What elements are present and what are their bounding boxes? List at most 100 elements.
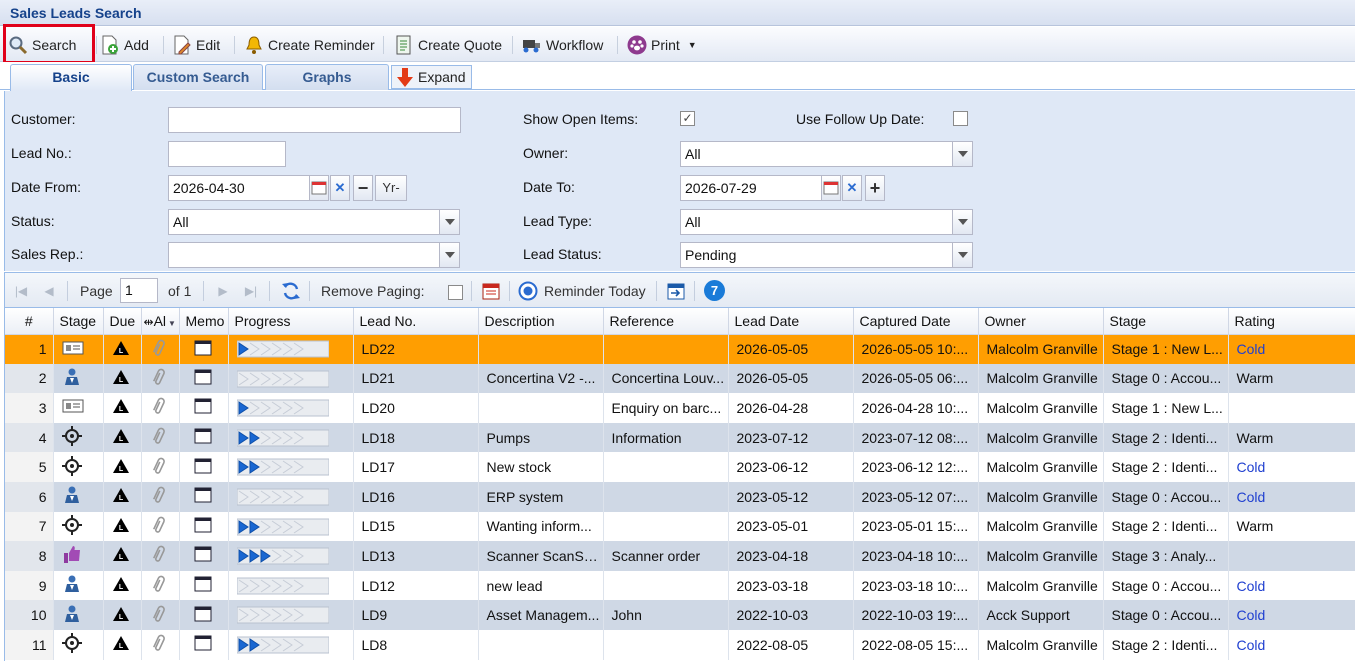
stage-cell[interactable]: Stage 2 : Identi... <box>1103 511 1229 542</box>
description-cell[interactable]: New stock <box>478 452 604 482</box>
table-row[interactable]: 11 L LD8 2022-08-05 2022-08-05 15:... Malcolm… <box>5 629 1355 660</box>
calendar-arrow-icon[interactable] <box>666 281 686 304</box>
table-row[interactable]: 8 L LD13 Scanner ScanSKU Scanner order 2023-0… <box>5 541 1355 571</box>
notification-badge[interactable]: 7 <box>704 280 725 301</box>
page-number-input[interactable]: 1 <box>120 278 158 303</box>
stage-cell[interactable]: Stage 2 : Identi... <box>1103 629 1229 660</box>
attachment-cell[interactable] <box>141 511 180 542</box>
last-page-icon[interactable]: ▶| <box>243 283 259 299</box>
remove-paging-checkbox[interactable] <box>448 285 463 300</box>
lead-date-cell[interactable]: 2022-08-05 <box>728 629 854 660</box>
stage-cell[interactable]: Stage 2 : Identi... <box>1103 452 1229 482</box>
rating-cell[interactable]: Cold <box>1228 629 1355 660</box>
memo-cell[interactable] <box>179 363 229 394</box>
table-row[interactable]: 3 L LD20 Enquiry on barc... 2026-04-28 2026-0… <box>5 393 1355 423</box>
owner-cell[interactable]: Malcolm Granville <box>978 452 1104 482</box>
lead-date-cell[interactable]: 2026-04-28 <box>728 393 854 423</box>
reminder-today-radio[interactable] <box>518 281 538 304</box>
stage-cell[interactable]: Stage 1 : New L... <box>1103 393 1229 423</box>
attachment-cell[interactable] <box>141 452 180 482</box>
col-header-stage[interactable]: Stage <box>1103 308 1229 335</box>
table-row[interactable]: 1 L LD22 2026-05-05 2026-05-05 10:... Malcolm… <box>5 334 1355 364</box>
memo-cell[interactable] <box>179 393 229 423</box>
captured-date-cell[interactable]: 2023-04-18 10:... <box>853 541 979 571</box>
lead-date-cell[interactable]: 2023-05-01 <box>728 511 854 542</box>
lead-date-cell[interactable]: 2026-05-05 <box>728 363 854 394</box>
owner-cell[interactable]: Malcolm Granville <box>978 541 1104 571</box>
clear-date-from-icon[interactable]: ✕ <box>330 175 350 201</box>
tab-graphs[interactable]: Graphs <box>265 64 389 90</box>
owner-cell[interactable]: Malcolm Granville <box>978 629 1104 660</box>
tab-basic[interactable]: Basic <box>10 64 132 91</box>
owner-cell[interactable]: Malcolm Granville <box>978 422 1104 453</box>
description-cell[interactable]: Scanner ScanSKU <box>478 541 604 571</box>
due-cell[interactable]: L <box>103 422 142 453</box>
owner-cell[interactable]: Malcolm Granville <box>978 334 1104 364</box>
rating-cell[interactable]: Cold <box>1228 570 1355 601</box>
due-cell[interactable]: L <box>103 511 142 542</box>
memo-cell[interactable] <box>179 629 229 660</box>
year-back-button[interactable]: Yr- <box>375 175 407 201</box>
description-cell[interactable]: Wanting inform... <box>478 511 604 542</box>
col-header-reference[interactable]: Reference <box>603 308 729 335</box>
stage-icon-cell[interactable] <box>53 393 104 423</box>
reference-cell[interactable] <box>603 511 729 542</box>
stage-icon-cell[interactable] <box>53 422 104 453</box>
rating-cell[interactable]: Warm <box>1228 363 1355 394</box>
owner-cell[interactable]: Malcolm Granville <box>978 570 1104 601</box>
memo-cell[interactable] <box>179 570 229 601</box>
stage-icon-cell[interactable] <box>53 452 104 482</box>
table-row[interactable]: 7 L LD15 Wanting inform... 2023-05-01 2023-05… <box>5 511 1355 542</box>
first-page-icon[interactable]: |◀ <box>13 283 29 299</box>
captured-date-cell[interactable]: 2022-10-03 19:... <box>853 600 979 630</box>
lead-date-cell[interactable]: 2022-10-03 <box>728 600 854 630</box>
description-cell[interactable]: ERP system <box>478 481 604 512</box>
memo-cell[interactable] <box>179 511 229 542</box>
col-header-lead-date[interactable]: Lead Date <box>728 308 854 335</box>
lead-date-cell[interactable]: 2026-05-05 <box>728 334 854 364</box>
stage-icon-cell[interactable] <box>53 511 104 542</box>
attachment-cell[interactable] <box>141 600 180 630</box>
attachment-cell[interactable] <box>141 629 180 660</box>
captured-date-cell[interactable]: 2023-05-01 15:... <box>853 511 979 542</box>
calendar-icon[interactable] <box>309 175 329 201</box>
stage-cell[interactable]: Stage 0 : Accou... <box>1103 600 1229 630</box>
due-cell[interactable]: L <box>103 393 142 423</box>
owner-cell[interactable]: Malcolm Granville <box>978 511 1104 542</box>
stage-icon-cell[interactable] <box>53 629 104 660</box>
customer-input[interactable] <box>168 107 461 133</box>
description-cell[interactable]: new lead <box>478 570 604 601</box>
captured-date-cell[interactable]: 2026-05-05 10:... <box>853 334 979 364</box>
reference-cell[interactable]: Scanner order <box>603 541 729 571</box>
chevron-down-icon[interactable] <box>952 142 972 166</box>
rating-cell[interactable]: Cold <box>1228 452 1355 482</box>
captured-date-cell[interactable]: 2022-08-05 15:... <box>853 629 979 660</box>
memo-cell[interactable] <box>179 334 229 364</box>
chevron-down-icon[interactable] <box>439 210 459 234</box>
lead-no-cell[interactable]: LD8 <box>353 629 479 660</box>
col-header-captured-date[interactable]: Captured Date <box>853 308 979 335</box>
plus-icon[interactable]: + <box>865 175 885 201</box>
show-open-checkbox[interactable]: ✓ <box>680 111 695 126</box>
lead-date-cell[interactable]: 2023-07-12 <box>728 422 854 453</box>
table-row[interactable]: 4 L LD18 Pumps Information 2023-07-12 2023-07-… <box>5 422 1355 453</box>
due-cell[interactable]: L <box>103 600 142 630</box>
col-header-memo[interactable]: Memo <box>179 308 229 335</box>
calendar-icon[interactable] <box>821 175 841 201</box>
owner-cell[interactable]: Malcolm Granville <box>978 481 1104 512</box>
lead-no-cell[interactable]: LD21 <box>353 363 479 394</box>
col-header-stage-icon[interactable]: Stage <box>53 308 104 335</box>
stage-cell[interactable]: Stage 0 : Accou... <box>1103 363 1229 394</box>
owner-cell[interactable]: Malcolm Granville <box>978 363 1104 394</box>
description-cell[interactable] <box>478 334 604 364</box>
owner-cell[interactable]: Acck Support <box>978 600 1104 630</box>
table-row[interactable]: 5 L LD17 New stock 2023-06-12 2023-06-12 12:.… <box>5 452 1355 482</box>
reference-cell[interactable] <box>603 629 729 660</box>
captured-date-cell[interactable]: 2026-05-05 06:... <box>853 363 979 394</box>
col-header-number[interactable]: # <box>5 308 54 335</box>
lead-no-cell[interactable]: LD16 <box>353 481 479 512</box>
rating-cell[interactable]: Cold <box>1228 334 1355 364</box>
reference-cell[interactable] <box>603 452 729 482</box>
due-cell[interactable]: L <box>103 452 142 482</box>
due-cell[interactable]: L <box>103 334 142 364</box>
